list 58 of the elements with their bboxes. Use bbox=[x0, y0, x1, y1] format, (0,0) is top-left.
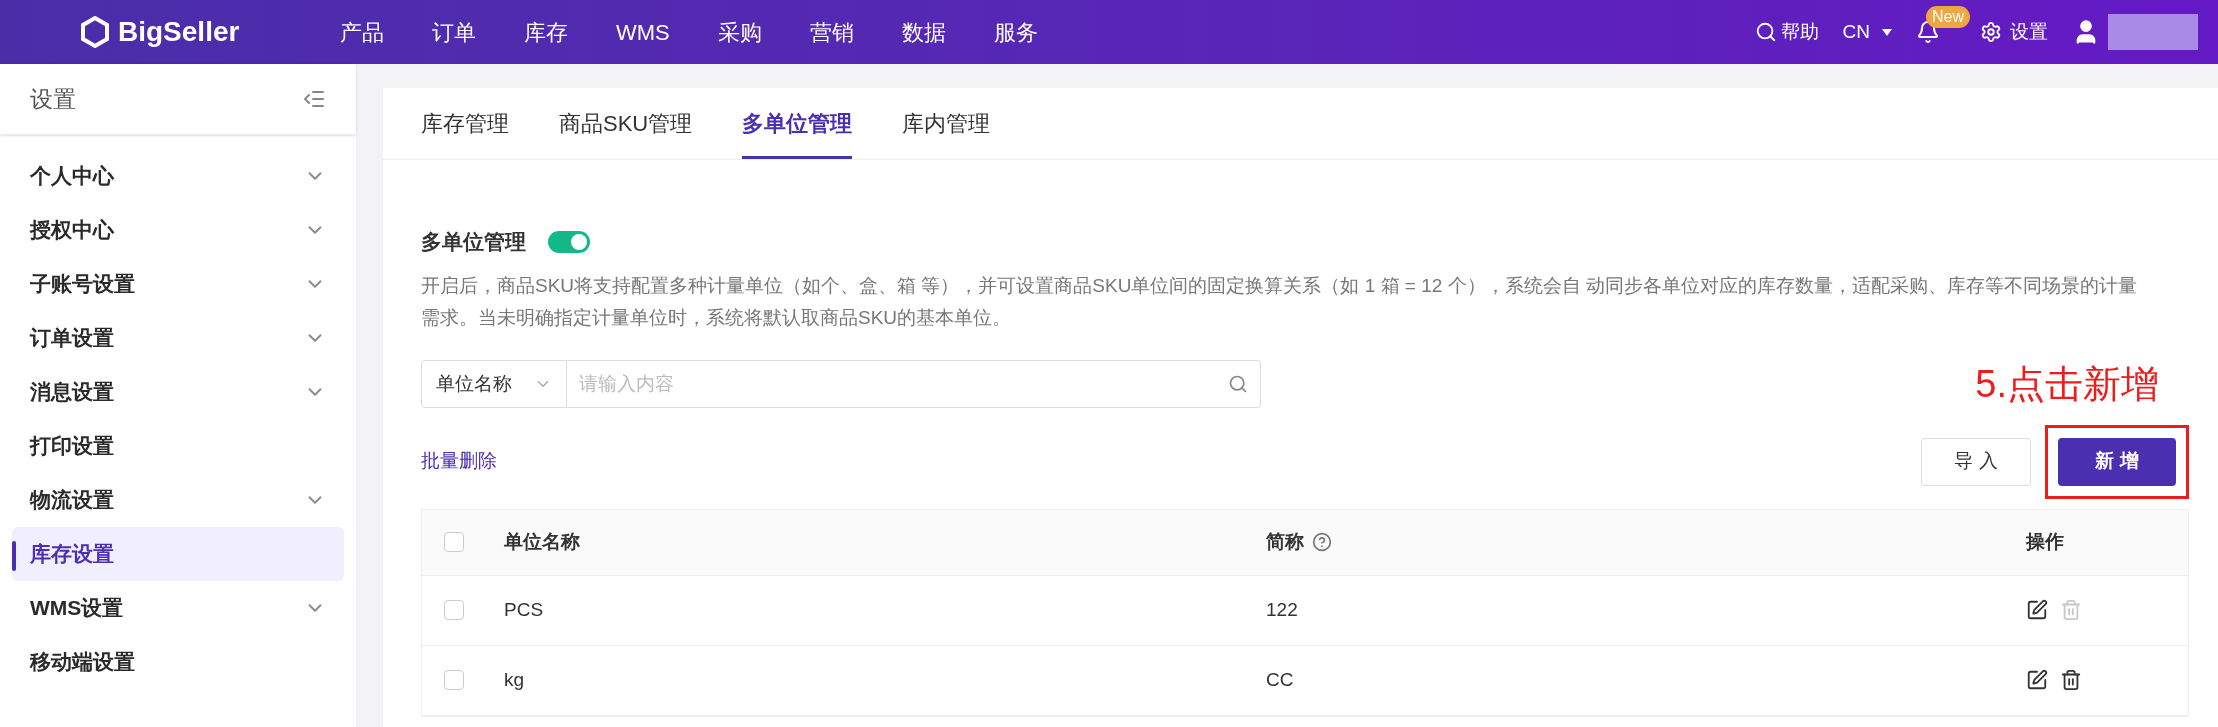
row-checkbox[interactable] bbox=[444, 670, 464, 690]
table-cell-text: CC bbox=[1266, 667, 1295, 692]
annotation-text: 5.点击新增 bbox=[1975, 361, 2159, 407]
tab[interactable]: 商品SKU管理 bbox=[559, 107, 693, 159]
logo-text: BigSeller bbox=[118, 15, 240, 49]
sidebar-item[interactable]: 授权中心 bbox=[12, 203, 344, 257]
nav-link[interactable]: 订单 bbox=[432, 15, 476, 49]
add-button[interactable]: 新 增 bbox=[2058, 437, 2176, 486]
import-button[interactable]: 导 入 bbox=[1921, 437, 2031, 486]
sidebar-item[interactable]: 子账号设置 bbox=[12, 257, 344, 311]
nav-link[interactable]: 产品 bbox=[340, 15, 384, 49]
table-cell-text: PCS bbox=[504, 597, 545, 622]
tab[interactable]: 库内管理 bbox=[902, 107, 991, 159]
table-cell-text: kg bbox=[504, 667, 526, 692]
sidebar-title: 设置 bbox=[30, 84, 76, 114]
select-all-checkbox[interactable] bbox=[444, 532, 464, 552]
nav-link[interactable]: 采购 bbox=[717, 15, 762, 49]
language-dropdown[interactable]: CN bbox=[1842, 17, 1892, 47]
section-description: 开启后，商品SKU将支持配置多种计量单位（如个、盒、箱 等），并可设置商品SKU单位间的固定换算关系（如 1 箱 = 12 个），系统会自 动同步各单位对应的库存数量，适配采购、库存等不同场景的计量需求。当未明确指定计量单位时，系统将默认取商品SKU的基本单位。 bbox=[421, 273, 2138, 330]
nav-link[interactable]: 服务 bbox=[993, 15, 1038, 49]
logo-icon bbox=[80, 16, 110, 48]
nav-link[interactable]: 营销 bbox=[809, 15, 854, 49]
toggle-switch[interactable] bbox=[548, 230, 590, 253]
gear-icon bbox=[1980, 21, 2002, 43]
notification-bell-icon[interactable] bbox=[1916, 20, 1940, 44]
sidebar-item[interactable]: 打印设置 bbox=[12, 419, 344, 473]
table-cell-text: 122 bbox=[1266, 597, 1299, 622]
new-badge: New bbox=[1926, 6, 1970, 28]
caret-down-icon bbox=[1882, 28, 1892, 36]
nav-link[interactable]: 数据 bbox=[901, 15, 946, 49]
nav-link[interactable]: 库存 bbox=[524, 15, 568, 49]
help-button[interactable]: 帮助 bbox=[1754, 17, 1819, 47]
sidebar-item[interactable]: 订单设置 bbox=[12, 311, 344, 365]
tab[interactable]: 多单位管理 bbox=[742, 107, 853, 159]
sidebar-item[interactable]: 物流设置 bbox=[12, 473, 344, 527]
row-checkbox[interactable] bbox=[444, 600, 464, 620]
column-header: 操作 bbox=[2026, 529, 2064, 554]
column-header: 单位名称 bbox=[504, 529, 581, 554]
edit-icon[interactable] bbox=[2026, 669, 2048, 691]
column-header: 简称 bbox=[1266, 529, 1304, 554]
sidebar-item[interactable]: 个人中心 bbox=[12, 149, 344, 203]
search-field[interactable]: 请输入内容 bbox=[567, 360, 1261, 408]
sidebar-item[interactable]: 消息设置 bbox=[12, 365, 344, 419]
tab[interactable]: 库存管理 bbox=[421, 107, 509, 159]
search-icon[interactable] bbox=[1228, 374, 1248, 394]
delete-icon[interactable] bbox=[2060, 669, 2082, 691]
batch-delete-link[interactable]: 批量删除 bbox=[421, 447, 497, 476]
search-icon bbox=[1754, 21, 1777, 43]
search-input[interactable]: 请输入内容 bbox=[579, 369, 1228, 399]
nav-link[interactable]: WMS bbox=[616, 15, 670, 49]
help-icon[interactable] bbox=[1312, 532, 1332, 552]
sidebar-item[interactable]: 移动端设置 bbox=[12, 635, 344, 689]
settings-button[interactable]: 设置 bbox=[1980, 17, 2048, 47]
sidebar-item[interactable]: 库存设置 bbox=[12, 527, 344, 581]
filter-dropdown[interactable]: 单位名称 bbox=[421, 360, 567, 408]
sidebar-item[interactable]: WMS设置 bbox=[12, 581, 344, 635]
edit-icon[interactable] bbox=[2026, 599, 2048, 621]
section-title: 多单位管理 bbox=[421, 229, 526, 255]
